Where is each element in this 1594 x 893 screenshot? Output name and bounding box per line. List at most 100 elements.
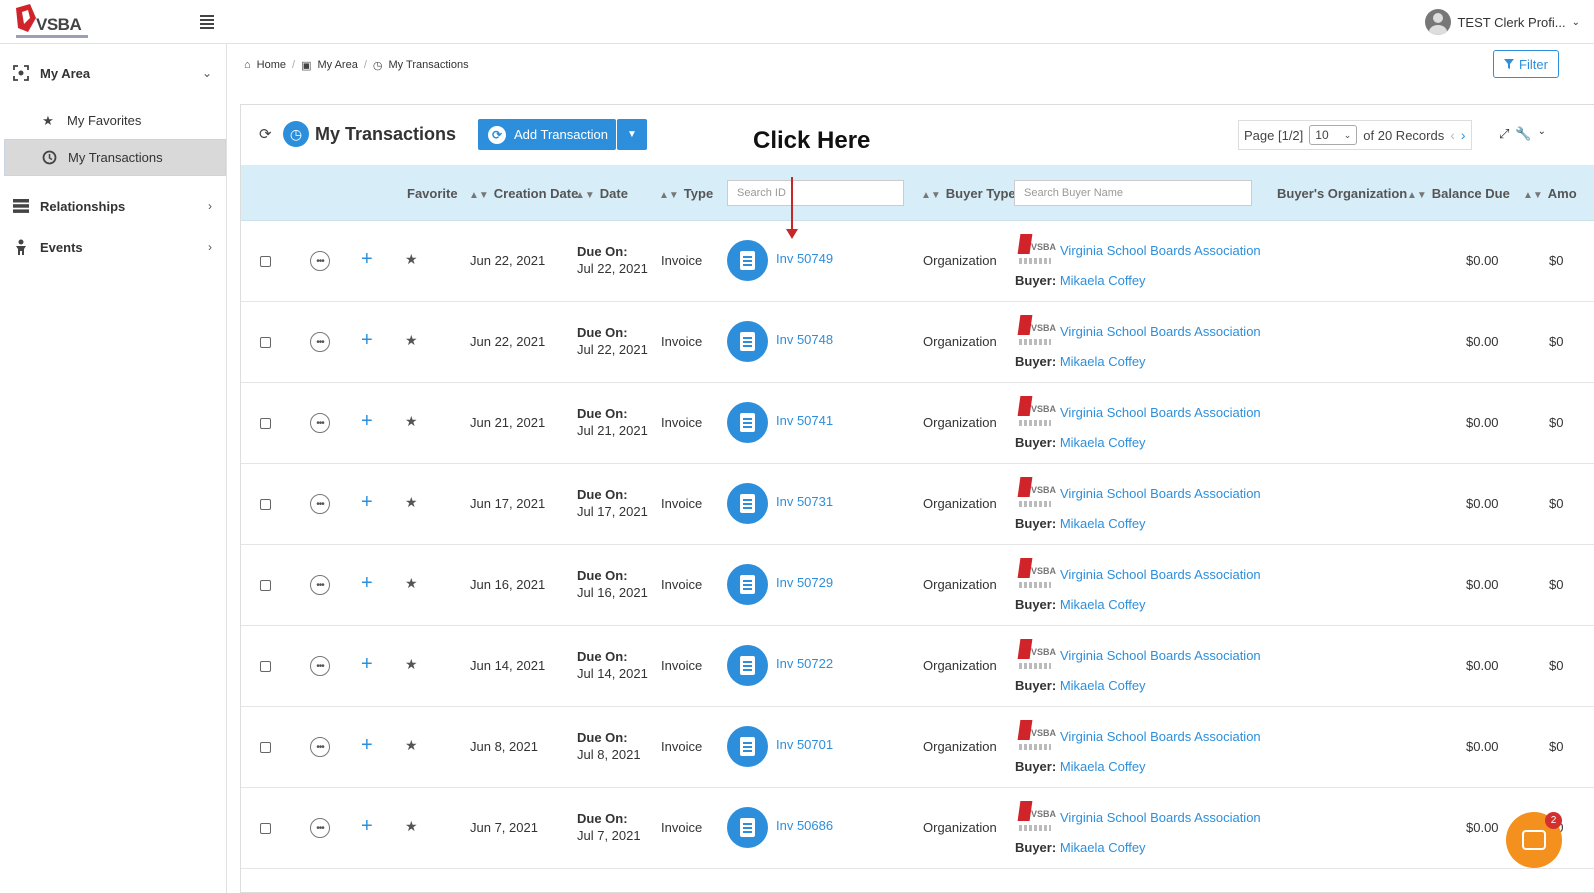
buyer-link[interactable]: Mikaela Coffey: [1060, 840, 1146, 855]
next-page-icon[interactable]: ›: [1461, 127, 1466, 143]
buyer-link[interactable]: Mikaela Coffey: [1060, 759, 1146, 774]
breadcrumb-my-area[interactable]: My Area: [317, 59, 357, 71]
buyer-link[interactable]: Mikaela Coffey: [1060, 678, 1146, 693]
more-icon[interactable]: •••: [310, 575, 330, 595]
balance-due: $0.00: [1466, 658, 1499, 673]
col-amount[interactable]: ▲▼ Amo: [1523, 186, 1577, 201]
user-menu[interactable]: TEST Clerk Profi... ⌄: [1425, 9, 1580, 35]
plus-icon[interactable]: +: [361, 653, 373, 676]
org-link[interactable]: Virginia School Boards Association: [1060, 405, 1261, 420]
prev-page-icon[interactable]: ‹: [1450, 127, 1455, 143]
col-balance-due[interactable]: ▲▼ Balance Due: [1407, 186, 1510, 201]
buyer-type: Organization: [923, 658, 997, 673]
sidebar-item-my-transactions[interactable]: My Transactions: [4, 139, 226, 176]
row-checkbox[interactable]: [260, 499, 271, 510]
buyer-link[interactable]: Mikaela Coffey: [1060, 597, 1146, 612]
star-icon[interactable]: ★: [405, 737, 418, 754]
search-buyer-input[interactable]: Search Buyer Name: [1014, 180, 1252, 206]
star-icon[interactable]: ★: [405, 332, 418, 349]
plus-icon[interactable]: +: [361, 572, 373, 595]
org-link[interactable]: Virginia School Boards Association: [1060, 567, 1261, 582]
col-creation-date[interactable]: ▲▼ Creation Date: [469, 186, 578, 201]
org-link[interactable]: Virginia School Boards Association: [1060, 648, 1261, 663]
row-checkbox[interactable]: [260, 337, 271, 348]
invoice-link[interactable]: Inv 50686: [776, 818, 833, 833]
pagination: Page [1/2] 10 ⌄ of 20 Records ‹ ›: [1238, 120, 1472, 150]
row-checkbox[interactable]: [260, 256, 271, 267]
org-link[interactable]: Virginia School Boards Association: [1060, 810, 1261, 825]
annotation-arrow: [791, 177, 793, 231]
more-icon[interactable]: •••: [310, 332, 330, 352]
more-icon[interactable]: •••: [310, 656, 330, 676]
table-header: Favorite ▲▼ Creation Date ▲▼ Date ▲▼ Type S…: [241, 165, 1594, 221]
org-link[interactable]: Virginia School Boards Association: [1060, 486, 1261, 501]
plus-icon[interactable]: +: [361, 410, 373, 433]
star-icon[interactable]: ★: [405, 818, 418, 835]
row-checkbox[interactable]: [260, 418, 271, 429]
more-icon[interactable]: •••: [310, 494, 330, 514]
wrench-icon[interactable]: 🔧: [1515, 126, 1531, 142]
invoice-link[interactable]: Inv 50701: [776, 737, 833, 752]
refresh-icon[interactable]: ⟳: [259, 125, 272, 143]
col-buyer-type-label: Buyer Type: [945, 186, 1016, 201]
sidebar-item-my-favorites[interactable]: ★ My Favorites: [4, 102, 226, 139]
logo-tagline: [16, 35, 88, 38]
buyer-link[interactable]: Mikaela Coffey: [1060, 516, 1146, 531]
more-icon[interactable]: •••: [310, 413, 330, 433]
org-link[interactable]: Virginia School Boards Association: [1060, 324, 1261, 339]
plus-icon[interactable]: +: [361, 734, 373, 757]
plus-icon[interactable]: +: [361, 248, 373, 271]
star-icon[interactable]: ★: [405, 494, 418, 511]
add-transaction-button[interactable]: ⟳ Add Transaction: [478, 119, 616, 150]
transaction-type: Invoice: [661, 253, 703, 268]
expand-icon[interactable]: ⤢: [1499, 126, 1509, 142]
more-icon[interactable]: •••: [310, 251, 330, 271]
due-date: Due On: Jul 17, 2021: [577, 486, 648, 520]
due-date: Due On: Jul 7, 2021: [577, 810, 641, 844]
due-value: Jul 7, 2021: [577, 828, 641, 843]
history-icon: ◷: [372, 59, 383, 72]
row-checkbox[interactable]: [260, 823, 271, 834]
plus-icon[interactable]: +: [361, 815, 373, 838]
star-icon[interactable]: ★: [405, 575, 418, 592]
invoice-link[interactable]: Inv 50749: [776, 251, 833, 266]
star-icon[interactable]: ★: [405, 251, 418, 268]
col-date[interactable]: ▲▼ Date: [575, 186, 628, 201]
breadcrumb-home[interactable]: Home: [257, 59, 286, 71]
row-checkbox[interactable]: [260, 742, 271, 753]
more-icon[interactable]: •••: [310, 818, 330, 838]
col-buyer-type[interactable]: ▲▼ Buyer Type: [921, 186, 1016, 201]
add-transaction-dropdown[interactable]: ▼: [617, 119, 647, 150]
per-page-select[interactable]: 10 ⌄: [1309, 125, 1358, 145]
sidebar-item-my-area[interactable]: My Area ⌄: [4, 54, 226, 92]
invoice-link[interactable]: Inv 50729: [776, 575, 833, 590]
plus-icon[interactable]: +: [361, 329, 373, 352]
org-link[interactable]: Virginia School Boards Association: [1060, 243, 1261, 258]
star-icon[interactable]: ★: [405, 656, 418, 673]
invoice-link[interactable]: Inv 50748: [776, 332, 833, 347]
buyer-link[interactable]: Mikaela Coffey: [1060, 354, 1146, 369]
filter-button[interactable]: Filter: [1493, 50, 1559, 78]
add-transaction-label: Add Transaction: [514, 127, 608, 142]
amount: $0: [1549, 415, 1564, 430]
row-checkbox[interactable]: [260, 661, 271, 672]
chevron-down-icon[interactable]: ⌄: [1538, 126, 1546, 142]
buyer-link[interactable]: Mikaela Coffey: [1060, 273, 1146, 288]
more-icon[interactable]: •••: [310, 737, 330, 757]
sidebar-item-events[interactable]: Events ›: [4, 228, 226, 266]
org-link[interactable]: Virginia School Boards Association: [1060, 729, 1261, 744]
buyer-link[interactable]: Mikaela Coffey: [1060, 435, 1146, 450]
invoice-link[interactable]: Inv 50722: [776, 656, 833, 671]
chat-button[interactable]: 2: [1506, 812, 1562, 868]
star-icon[interactable]: ★: [405, 413, 418, 430]
row-checkbox[interactable]: [260, 580, 271, 591]
sidebar-item-relationships[interactable]: Relationships ›: [4, 187, 226, 225]
invoice-link[interactable]: Inv 50731: [776, 494, 833, 509]
plus-icon[interactable]: +: [361, 491, 373, 514]
search-id-input[interactable]: Search ID: [727, 180, 904, 206]
col-type[interactable]: ▲▼ Type: [659, 186, 713, 201]
vsba-logo[interactable]: VSBA: [14, 4, 89, 42]
invoice-link[interactable]: Inv 50741: [776, 413, 833, 428]
hamburger-icon[interactable]: [200, 15, 214, 29]
buyer-label: Buyer:: [1015, 354, 1057, 369]
